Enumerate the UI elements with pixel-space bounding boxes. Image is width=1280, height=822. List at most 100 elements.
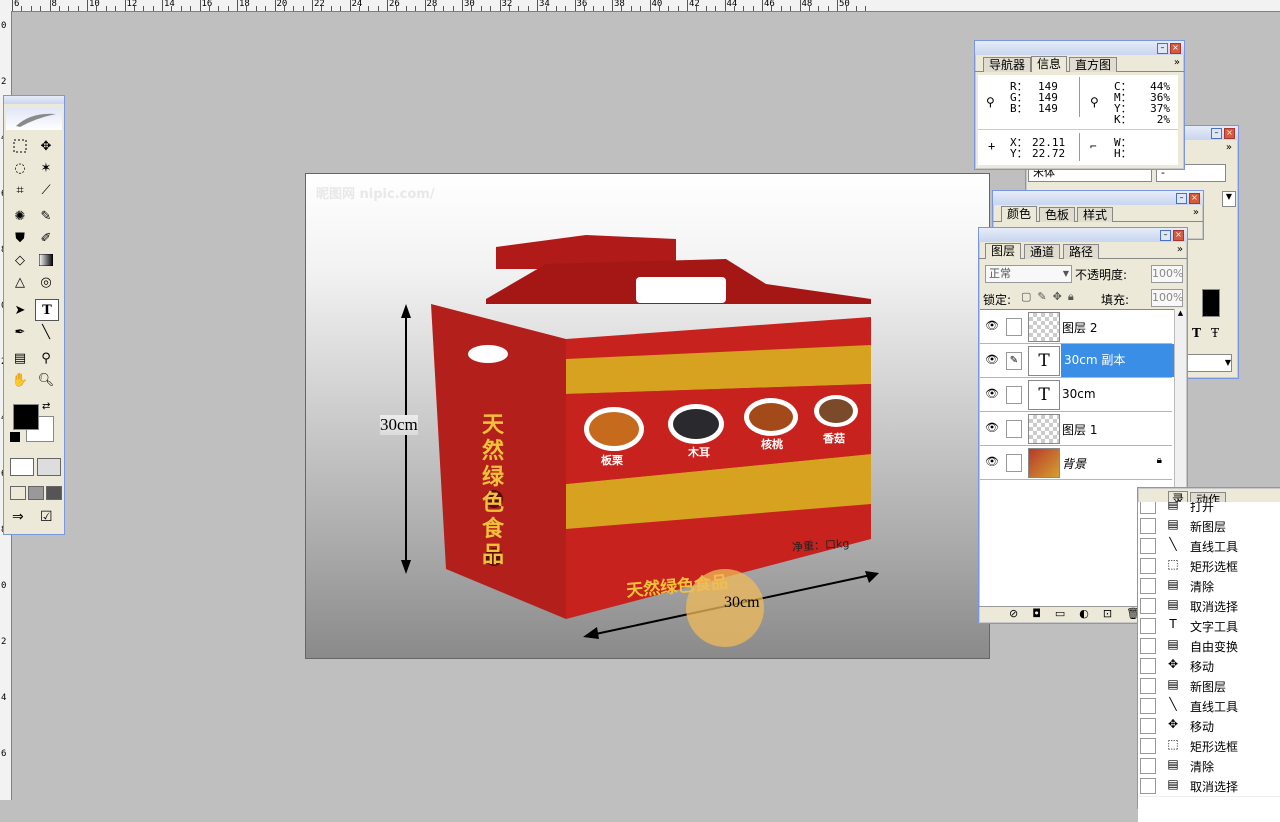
line-tool-icon[interactable]: ╲ bbox=[35, 322, 57, 342]
panel-menu-icon[interactable]: » bbox=[1193, 207, 1199, 218]
default-colors-icon[interactable] bbox=[10, 432, 20, 442]
quickmask-mode-icon[interactable] bbox=[37, 458, 61, 476]
visibility-eye-icon[interactable]: 👁︎ bbox=[984, 352, 1000, 368]
layer-name[interactable]: 30cm 副本 bbox=[1061, 344, 1174, 377]
text-color-swatch[interactable] bbox=[1202, 289, 1220, 317]
visibility-eye-icon[interactable]: 👁︎ bbox=[984, 386, 1000, 402]
history-snapshot-box[interactable] bbox=[1140, 778, 1156, 794]
dodge-tool-icon[interactable]: ◎ bbox=[35, 272, 57, 292]
edit-imageready-icon[interactable]: ☑ bbox=[40, 509, 53, 525]
link-box[interactable] bbox=[1006, 454, 1022, 472]
screen-mode-menubar-icon[interactable] bbox=[28, 486, 44, 500]
history-item[interactable]: ▤ 新图层 bbox=[1138, 516, 1280, 537]
magic-wand-tool-icon[interactable]: ✶ bbox=[35, 158, 57, 178]
history-item[interactable]: ╲ 直线工具 bbox=[1138, 536, 1280, 557]
eraser-tool-icon[interactable]: ◇ bbox=[9, 250, 31, 270]
brush-icon[interactable]: ✎ bbox=[1006, 352, 1022, 370]
tab-color[interactable]: 颜色 bbox=[1001, 206, 1038, 222]
foreground-color-swatch[interactable] bbox=[13, 404, 39, 430]
history-item[interactable]: ╲ 直线工具 bbox=[1138, 696, 1280, 717]
layer-thumbnail[interactable]: T bbox=[1028, 346, 1060, 376]
history-snapshot-box[interactable] bbox=[1140, 758, 1156, 774]
history-item[interactable]: ▤ 清除 bbox=[1138, 756, 1280, 777]
layer-name[interactable]: 图层 2 bbox=[1062, 319, 1097, 336]
move-tool-icon[interactable]: ✥ bbox=[35, 136, 57, 156]
history-snapshot-box[interactable] bbox=[1140, 578, 1156, 594]
faux-bold-icon[interactable]: T bbox=[1192, 326, 1201, 340]
layer-thumbnail[interactable] bbox=[1028, 312, 1060, 342]
history-item[interactable]: T 文字工具 bbox=[1138, 616, 1280, 637]
brush-tool-icon[interactable]: ✎ bbox=[35, 206, 57, 226]
history-item[interactable]: ▤ 取消选择 bbox=[1138, 596, 1280, 617]
notes-tool-icon[interactable]: ▤ bbox=[9, 348, 31, 368]
visibility-eye-icon[interactable]: 👁︎ bbox=[984, 454, 1000, 470]
layers-panel-titlebar[interactable]: – × bbox=[979, 228, 1187, 242]
close-icon[interactable]: × bbox=[1189, 193, 1200, 204]
close-icon[interactable]: × bbox=[1173, 230, 1184, 241]
layer-row[interactable]: 👁︎ ✎ T 30cm 副本 bbox=[980, 344, 1174, 378]
layer-row[interactable]: 👁︎ T 30cm bbox=[980, 378, 1172, 412]
close-icon[interactable]: × bbox=[1224, 128, 1235, 139]
layer-thumbnail[interactable]: T bbox=[1028, 380, 1060, 410]
crop-tool-icon[interactable]: ⌗ bbox=[9, 180, 31, 200]
jump-to-imageready-icon[interactable]: ⇒ bbox=[12, 509, 24, 525]
link-box[interactable] bbox=[1006, 386, 1022, 404]
antialias-select[interactable]: ▼ bbox=[1186, 354, 1232, 372]
toolbox-titlebar[interactable] bbox=[4, 96, 64, 104]
layer-name[interactable]: 图层 1 bbox=[1062, 421, 1097, 438]
history-snapshot-box[interactable] bbox=[1140, 502, 1156, 514]
history-item[interactable]: ▤ 打开 bbox=[1138, 502, 1280, 517]
history-snapshot-box[interactable] bbox=[1140, 678, 1156, 694]
healing-brush-tool-icon[interactable]: ✺ bbox=[9, 206, 31, 226]
tab-paths[interactable]: 路径 bbox=[1063, 244, 1100, 259]
close-icon[interactable]: × bbox=[1170, 43, 1181, 54]
slice-tool-icon[interactable]: ⟋ bbox=[35, 180, 57, 200]
history-item[interactable]: ▤ 清除 bbox=[1138, 576, 1280, 597]
history-snapshot-box[interactable] bbox=[1140, 518, 1156, 534]
history-snapshot-box[interactable] bbox=[1140, 638, 1156, 654]
layer-name[interactable]: 背景 bbox=[1062, 455, 1086, 472]
lock-icons[interactable]: ▢✎✥🔒︎ bbox=[1021, 290, 1080, 304]
history-snapshot-box[interactable] bbox=[1140, 598, 1156, 614]
tab-info[interactable]: 信息 bbox=[1031, 56, 1068, 72]
history-item[interactable]: ▤ 取消选择 bbox=[1138, 776, 1280, 797]
panel-menu-icon[interactable]: » bbox=[1174, 57, 1180, 68]
scroll-up-icon[interactable]: ▲ bbox=[1175, 309, 1186, 317]
visibility-eye-icon[interactable]: 👁︎ bbox=[984, 420, 1000, 436]
panel-menu-icon[interactable]: » bbox=[1226, 142, 1232, 153]
opacity-input[interactable]: 100% bbox=[1151, 265, 1183, 283]
lasso-tool-icon[interactable]: ◌ bbox=[9, 158, 31, 178]
layer-thumbnail[interactable] bbox=[1028, 414, 1060, 444]
minimize-icon[interactable]: – bbox=[1157, 43, 1168, 54]
history-item[interactable]: ▤ 新图层 bbox=[1138, 676, 1280, 697]
minimize-icon[interactable]: – bbox=[1211, 128, 1222, 139]
tab-layers[interactable]: 图层 bbox=[985, 243, 1022, 259]
tab-channels[interactable]: 通道 bbox=[1024, 244, 1061, 259]
panel-menu-icon[interactable]: » bbox=[1177, 244, 1183, 255]
width-dimension-label[interactable]: 30cm bbox=[724, 594, 760, 612]
stamp-tool-icon[interactable]: ⛊ bbox=[9, 228, 31, 248]
tab-swatches[interactable]: 色板 bbox=[1039, 207, 1076, 222]
history-item[interactable]: ⬚ 矩形选框 bbox=[1138, 736, 1280, 757]
history-item[interactable]: ✥ 移动 bbox=[1138, 656, 1280, 677]
tab-styles[interactable]: 样式 bbox=[1077, 207, 1114, 222]
standard-mode-icon[interactable] bbox=[10, 458, 34, 476]
layer-thumbnail[interactable] bbox=[1028, 448, 1060, 478]
history-item[interactable]: ✥ 移动 bbox=[1138, 716, 1280, 737]
history-snapshot-box[interactable] bbox=[1140, 698, 1156, 714]
info-panel-titlebar[interactable]: – × bbox=[975, 41, 1184, 55]
layer-row[interactable]: 👁︎ 图层 1 bbox=[980, 412, 1172, 446]
screen-mode-full-icon[interactable] bbox=[46, 486, 62, 500]
tab-histogram[interactable]: 直方图 bbox=[1069, 57, 1118, 72]
color-panel-titlebar[interactable]: – × bbox=[993, 191, 1203, 205]
layer-name[interactable]: 30cm bbox=[1062, 387, 1096, 401]
tab-navigator[interactable]: 导航器 bbox=[983, 57, 1032, 72]
history-item[interactable]: ⬚ 矩形选框 bbox=[1138, 556, 1280, 577]
history-snapshot-box[interactable] bbox=[1140, 558, 1156, 574]
marquee-tool-icon[interactable] bbox=[9, 136, 31, 156]
minimize-icon[interactable]: – bbox=[1176, 193, 1187, 204]
history-snapshot-box[interactable] bbox=[1140, 618, 1156, 634]
history-brush-tool-icon[interactable]: ✐ bbox=[35, 228, 57, 248]
blend-mode-select[interactable]: 正常 ▼ bbox=[985, 265, 1072, 283]
layer-row[interactable]: 👁︎ 图层 2 bbox=[980, 310, 1172, 344]
